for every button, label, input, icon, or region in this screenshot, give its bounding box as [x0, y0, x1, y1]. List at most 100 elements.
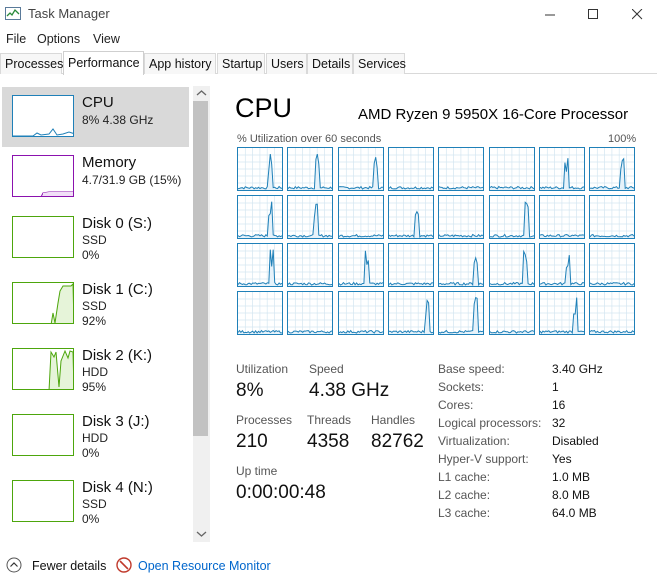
detail-value: 8.0 MB	[552, 488, 591, 502]
logical-processor-graphs[interactable]	[237, 147, 637, 339]
logical-processor-graph	[387, 243, 435, 288]
tab-services[interactable]: Services	[353, 53, 406, 74]
utilization-max-label: 100%	[608, 133, 637, 145]
detail-value: 16	[552, 398, 566, 412]
detail-label: L3 cache:	[438, 506, 491, 520]
detail-label: Cores:	[438, 398, 474, 412]
menu-file[interactable]: File	[6, 32, 26, 46]
detail-value: Disabled	[552, 434, 599, 448]
page-title: CPU	[235, 93, 293, 123]
logical-processor-graph	[387, 147, 435, 192]
tab-processes[interactable]: Processes	[0, 53, 63, 74]
scrollbar-thumb[interactable]	[193, 101, 208, 436]
logical-processor-graph	[287, 243, 335, 288]
sidebar-item-disk-1[interactable]: Disk 1 (C:) SSD 92%	[2, 276, 189, 336]
fewer-details-chevron-icon[interactable]	[6, 557, 22, 573]
logical-processor-graph	[589, 147, 637, 192]
sidebar-item-detail: 4.7/31.9 GB (15%)	[82, 173, 182, 187]
logical-processor-graph	[337, 291, 385, 336]
menu-options[interactable]: Options	[37, 32, 80, 46]
logical-processor-graph	[488, 243, 536, 288]
logical-processor-graph	[589, 195, 637, 240]
tab-performance[interactable]: Performance	[63, 51, 144, 75]
disk-4-thumbnail	[12, 480, 74, 522]
utilization-label: Utilization	[236, 362, 289, 376]
speed-label: Speed	[309, 362, 344, 376]
sidebar-item-usage: 92%	[82, 314, 107, 328]
sidebar-item-usage: 0%	[82, 446, 100, 460]
logical-processor-graph	[337, 195, 385, 240]
detail-value: 32	[552, 416, 566, 430]
logical-processor-graph	[287, 291, 335, 336]
sidebar-item-type: SSD	[82, 233, 107, 247]
close-button[interactable]	[614, 0, 657, 28]
sidebar-item-disk-3[interactable]: Disk 3 (J:) HDD 0%	[2, 408, 189, 468]
logical-processor-graph	[589, 291, 637, 336]
scroll-down-arrow-icon[interactable]	[196, 530, 207, 538]
cpu-thumbnail	[12, 95, 74, 137]
logical-processor-graph	[538, 243, 586, 288]
sidebar-item-disk-2[interactable]: Disk 2 (K:) HDD 95%	[2, 342, 189, 402]
detail-value: 1.0 MB	[552, 470, 591, 484]
detail-value: 64.0 MB	[552, 506, 597, 520]
minimize-icon	[544, 14, 555, 15]
tab-users[interactable]: Users	[266, 53, 307, 74]
close-icon	[631, 8, 642, 19]
detail-label: Base speed:	[438, 362, 505, 376]
logical-processor-graph	[237, 147, 284, 192]
tab-app-history[interactable]: App history	[144, 53, 216, 74]
logical-processor-graph	[538, 147, 586, 192]
handles-label: Handles	[371, 413, 416, 427]
sidebar-item-memory[interactable]: Memory 4.7/31.9 GB (15%)	[2, 149, 189, 209]
sidebar-item-usage: 95%	[82, 380, 107, 394]
open-resource-monitor-link[interactable]: Open Resource Monitor	[138, 559, 271, 573]
sidebar-item-cpu[interactable]: CPU 8% 4.38 GHz	[2, 87, 189, 147]
sidebar-item-disk-0[interactable]: Disk 0 (S:) SSD 0%	[2, 210, 189, 270]
minimize-button[interactable]	[527, 0, 573, 28]
sidebar-item-name: CPU	[82, 94, 114, 111]
logical-processor-graph	[438, 195, 486, 240]
sidebar-item-type: SSD	[82, 299, 107, 313]
utilization-caption: % Utilization over 60 seconds	[237, 133, 382, 145]
detail-value: 1	[552, 380, 559, 394]
window-title: Task Manager	[28, 6, 110, 21]
logical-processor-graph	[387, 195, 435, 240]
disk-0-thumbnail	[12, 216, 74, 258]
sidebar-item-usage: 0%	[82, 248, 100, 262]
logical-processor-graph	[287, 195, 335, 240]
logical-processor-graph	[237, 195, 284, 240]
detail-label: L2 cache:	[438, 488, 491, 502]
maximize-button[interactable]	[570, 0, 616, 28]
disk-3-thumbnail	[12, 414, 74, 456]
fewer-details-link[interactable]: Fewer details	[32, 559, 106, 573]
logical-processor-graph	[538, 291, 586, 336]
sidebar-item-disk-4[interactable]: Disk 4 (N:) SSD 0%	[2, 474, 189, 534]
threads-label: Threads	[307, 413, 352, 427]
logical-processor-graph	[237, 291, 284, 336]
detail-label: Virtualization:	[438, 434, 510, 448]
logical-processor-graph	[337, 147, 385, 192]
uptime-label: Up time	[236, 464, 278, 478]
detail-label: Logical processors:	[438, 416, 542, 430]
sidebar-item-detail: 8% 4.38 GHz	[82, 113, 154, 127]
tab-details[interactable]: Details	[307, 53, 353, 74]
disk-2-thumbnail	[12, 348, 74, 390]
detail-label: Hyper-V support:	[438, 452, 529, 466]
sidebar-item-name: Disk 3 (J:)	[82, 413, 150, 430]
scroll-up-arrow-icon[interactable]	[196, 89, 207, 97]
logical-processor-graph	[438, 291, 486, 336]
tab-startup[interactable]: Startup	[217, 53, 265, 74]
sidebar-item-name: Disk 4 (N:)	[82, 479, 153, 496]
sidebar-item-name: Disk 1 (C:)	[82, 281, 153, 298]
uptime-value: 0:00:00:48	[236, 482, 326, 503]
logical-processor-graph	[538, 195, 586, 240]
task-manager-icon	[5, 7, 21, 20]
detail-label: L1 cache:	[438, 470, 491, 484]
sidebar-item-type: HDD	[82, 365, 108, 379]
menu-view[interactable]: View	[93, 32, 120, 46]
sidebar-item-name: Disk 0 (S:)	[82, 215, 153, 232]
logical-processor-graph	[387, 291, 435, 336]
logical-processor-graph	[488, 147, 536, 192]
disk-1-thumbnail	[12, 282, 74, 324]
processes-label: Processes	[236, 413, 293, 427]
